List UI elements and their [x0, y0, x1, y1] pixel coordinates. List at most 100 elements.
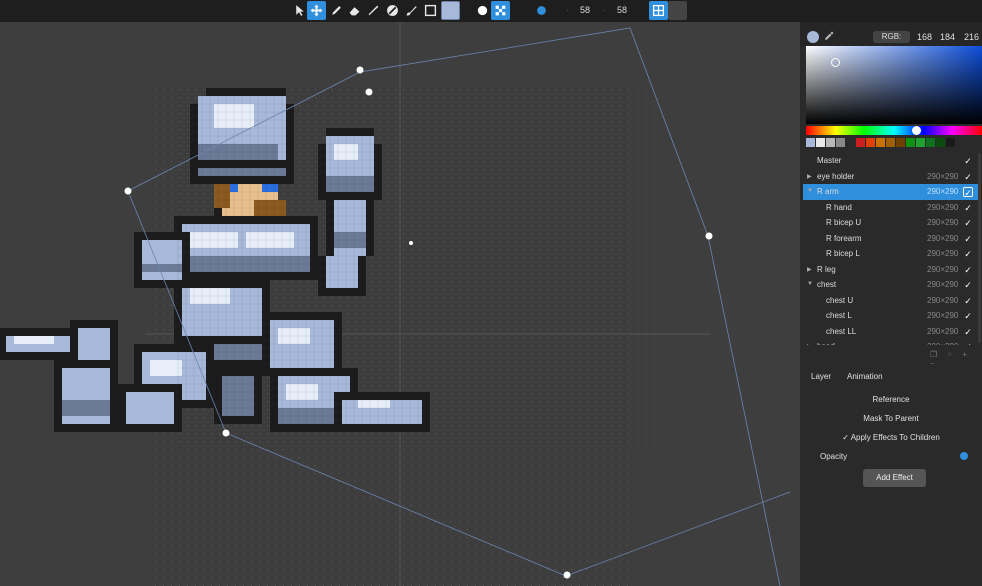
duplicate-layer-icon[interactable]: ❐	[930, 350, 937, 359]
opacity-slider-knob[interactable]	[960, 452, 968, 460]
layer-visibility-check[interactable]: ✓	[963, 172, 973, 182]
palette-swatch[interactable]	[846, 138, 855, 147]
opacity-label: Opacity	[820, 452, 848, 461]
remove-layer-icon[interactable]: −	[930, 359, 935, 368]
rotate-handle[interactable]	[356, 66, 364, 74]
layer-visibility-check[interactable]: ✓	[963, 296, 973, 306]
palette-swatch[interactable]	[896, 138, 905, 147]
layer-visibility-check[interactable]: ✓	[963, 203, 973, 213]
palette-swatch[interactable]	[946, 138, 955, 147]
layer-visibility-check[interactable]: ✓	[963, 327, 973, 337]
layer-visibility-check[interactable]: ✓	[963, 280, 973, 290]
saturation-value-field[interactable]	[806, 46, 982, 124]
opacity-knob-button[interactable]	[532, 1, 551, 20]
palette-swatch[interactable]	[876, 138, 885, 147]
layer-visibility-check[interactable]: ✓	[963, 342, 973, 345]
line-tool-button[interactable]	[364, 1, 383, 20]
pencil-tool-button[interactable]	[327, 1, 346, 20]
brush-tool-button[interactable]	[402, 1, 421, 20]
move-tool-button[interactable]	[307, 1, 326, 20]
layer-row[interactable]: ▼ chest 290×290 ✓	[803, 277, 979, 293]
transform-handle-right[interactable]	[705, 232, 713, 240]
layer-visibility-check[interactable]: ✓	[963, 249, 973, 259]
layer-row[interactable]: ▶ head 290×290 ✓	[803, 339, 979, 345]
palette-swatch[interactable]	[856, 138, 865, 147]
tab-layer[interactable]: Layer	[811, 372, 831, 381]
layer-visibility-check[interactable]: ✓	[963, 187, 973, 198]
transform-handle-left[interactable]	[124, 187, 132, 195]
layer-scrollbar[interactable]	[978, 153, 981, 343]
palette-swatch[interactable]	[906, 138, 915, 147]
palette-swatch[interactable]	[836, 138, 845, 147]
add-layer-icon[interactable]: +	[962, 350, 967, 359]
rect-tool-button[interactable]	[421, 1, 440, 20]
current-color-well[interactable]	[441, 1, 460, 20]
transform-handle-top[interactable]	[365, 88, 373, 96]
palette-swatch[interactable]	[886, 138, 895, 147]
fill-tool-button[interactable]	[383, 1, 402, 20]
disclosure-right-icon[interactable]: ▶	[807, 173, 812, 180]
hue-slider[interactable]	[806, 126, 982, 135]
mask-to-parent-toggle[interactable]: Mask To Parent	[800, 414, 982, 423]
reference-toggle[interactable]: Reference	[800, 395, 982, 404]
apply-effects-toggle[interactable]: ✓ Apply Effects To Children	[800, 433, 982, 442]
rect-icon	[424, 4, 437, 17]
color-mode-button[interactable]: RGB:	[873, 31, 910, 43]
merge-layer-icon[interactable]: ⁘	[946, 350, 953, 359]
palette-swatch[interactable]	[866, 138, 875, 147]
layer-visibility-check[interactable]: ✓	[963, 156, 973, 166]
sprite-pixel-block	[62, 400, 110, 416]
blue-value[interactable]: 216	[964, 32, 979, 42]
palette-swatch[interactable]	[816, 138, 825, 147]
layer-row[interactable]: R bicep U 290×290 ✓	[803, 215, 979, 231]
width-field[interactable]: 58	[580, 5, 590, 15]
layer-row[interactable]: Master ✓	[803, 153, 979, 169]
pivot-point[interactable]	[409, 241, 413, 245]
color-picker-header: RGB: 168 184 216	[800, 22, 982, 46]
layer-dimensions: 290×290	[927, 249, 959, 258]
disclosure-down-icon[interactable]: ▼	[807, 281, 813, 287]
hue-knob[interactable]	[912, 126, 921, 135]
layer-row[interactable]: chest U 290×290 ✓	[803, 293, 979, 309]
layer-name: R bicep U	[826, 218, 862, 227]
sv-cursor[interactable]	[831, 58, 840, 67]
disclosure-right-icon[interactable]: ▶	[807, 266, 812, 273]
layer-row[interactable]: ▶ eye holder 290×290 ✓	[803, 169, 979, 185]
palette-swatch[interactable]	[806, 138, 815, 147]
eraser-tool-button[interactable]	[345, 1, 364, 20]
layer-row[interactable]: R forearm 290×290 ✓	[803, 231, 979, 247]
layer-visibility-check[interactable]: ✓	[963, 265, 973, 275]
palette-swatch[interactable]	[926, 138, 935, 147]
palette-swatch[interactable]	[936, 138, 945, 147]
transform-handle-bottom[interactable]	[563, 571, 571, 579]
brush-shape-dither-button[interactable]	[491, 1, 510, 20]
layer-visibility-check[interactable]: ✓	[963, 311, 973, 321]
tab-animation[interactable]: Animation	[847, 372, 883, 381]
disclosure-down-icon[interactable]: ▼	[807, 188, 813, 194]
layer-row[interactable]: chest L 290×290 ✓	[803, 308, 979, 324]
transform-handle-bottom-left[interactable]	[222, 429, 230, 437]
current-color-swatch[interactable]	[807, 31, 819, 43]
add-effect-button[interactable]: Add Effect	[863, 469, 926, 487]
green-value[interactable]: 184	[940, 32, 955, 42]
palette-swatch[interactable]	[916, 138, 925, 147]
brush-icon	[406, 6, 417, 16]
view-toggle-button[interactable]	[668, 1, 687, 20]
drawing-canvas[interactable]	[0, 22, 800, 586]
layer-name: Master	[817, 156, 842, 165]
layer-row[interactable]: R bicep L 290×290 ✓	[803, 246, 979, 262]
disclosure-right-icon[interactable]: ▶	[807, 343, 812, 345]
palette-swatch[interactable]	[826, 138, 835, 147]
layer-row[interactable]: ▶ R leg 290×290 ✓	[803, 262, 979, 278]
red-value[interactable]: 168	[917, 32, 932, 42]
layer-visibility-check[interactable]: ✓	[963, 218, 973, 228]
brush-shape-round-button[interactable]	[473, 1, 492, 20]
layer-row[interactable]: chest LL 290×290 ✓	[803, 324, 979, 340]
layer-row[interactable]: ▼ R arm 290×290 ✓	[803, 184, 979, 200]
eyedropper-icon[interactable]	[824, 31, 834, 41]
layer-row[interactable]: R hand 290×290 ✓	[803, 200, 979, 216]
grid-toggle-button[interactable]	[649, 1, 668, 20]
height-field[interactable]: 58	[617, 5, 627, 15]
layer-dimensions: 290×290	[927, 295, 959, 305]
layer-visibility-check[interactable]: ✓	[963, 234, 973, 244]
